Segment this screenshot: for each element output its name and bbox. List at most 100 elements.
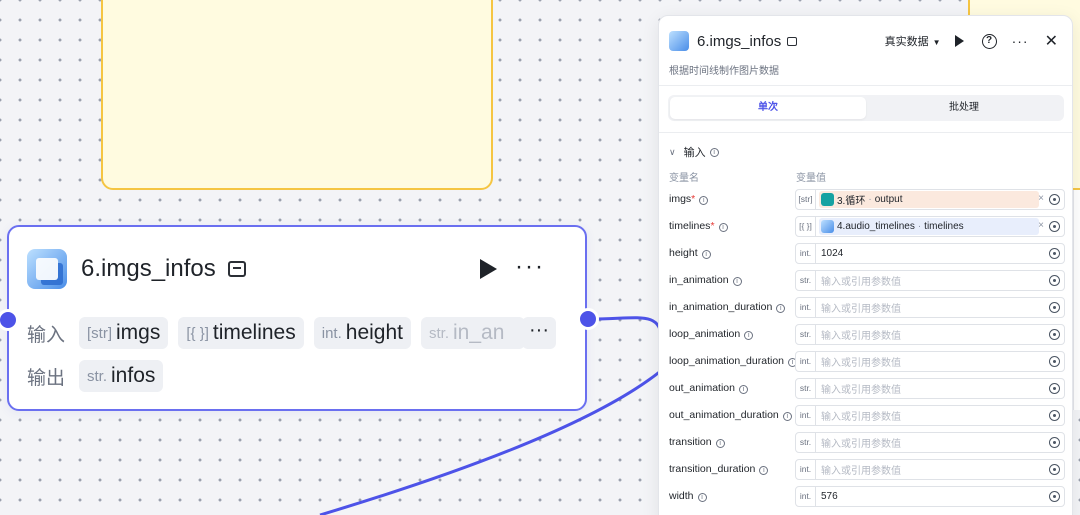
info-icon[interactable]: i	[709, 147, 719, 157]
panel-toolbar: 真实数据 ▼ ? ··· ✕	[885, 31, 1062, 51]
reference-target-icon[interactable]	[1049, 356, 1060, 367]
info-icon[interactable]: i	[732, 277, 742, 286]
param-type-tag: str.	[796, 379, 816, 398]
param-value-input[interactable]: [{ }] 4.audio_timelines · timelines ×	[795, 216, 1065, 237]
param-placeholder: 输入或引用参数值	[821, 331, 901, 342]
param-value-input[interactable]: [str] 3.循环 · output ×	[795, 189, 1065, 210]
clear-icon[interactable]: ×	[1038, 220, 1044, 231]
workflow-node-card[interactable]: 6.imgs_infos ··· 输入 [str] imgs [{ }] timel…	[7, 225, 587, 411]
panel-description: 根据时间线制作图片数据	[669, 66, 779, 77]
param-type-tag: int.	[796, 298, 816, 317]
param-value-input[interactable]: str. 输入或引用参数值	[795, 270, 1065, 291]
param-name: in_animation_duration i	[669, 301, 786, 313]
param-placeholder: 输入或引用参数值	[821, 277, 901, 288]
param-type-tag: str.	[796, 325, 816, 344]
store-icon	[227, 261, 246, 277]
divider	[659, 85, 1072, 86]
output-chip-infos: str. infos	[79, 360, 164, 392]
param-type-tag: [str]	[796, 190, 816, 209]
param-placeholder: 输入或引用参数值	[821, 385, 901, 396]
reference-tag[interactable]: 3.循环 · output	[819, 191, 1039, 208]
reference-target-icon[interactable]	[1049, 437, 1060, 448]
col-value-header: 变量值	[796, 173, 826, 184]
input-chip-in-animation: str. in_an	[420, 317, 525, 349]
reference-target-icon[interactable]	[1049, 329, 1060, 340]
info-icon[interactable]: i	[759, 466, 769, 475]
reference-target-icon[interactable]	[1049, 302, 1060, 313]
info-icon[interactable]: i	[782, 412, 792, 421]
node-more-button[interactable]: ···	[515, 255, 545, 279]
param-row-transition-duration: transition_duration i int. 输入或引用参数值	[669, 459, 1065, 480]
divider	[659, 132, 1072, 133]
close-icon[interactable]: ✕	[1045, 31, 1058, 51]
info-icon[interactable]: i	[697, 493, 707, 502]
edge-from-right-port	[589, 316, 664, 341]
reference-target-icon[interactable]	[1049, 194, 1060, 205]
offscreen-node-edge	[1073, 190, 1080, 410]
info-icon[interactable]: i	[738, 385, 748, 394]
node-inputs-row: 输入 [str] imgs [{ }] timelines int. height s…	[27, 317, 535, 349]
param-value-input[interactable]: int. 1024	[795, 243, 1065, 264]
info-icon[interactable]: i	[715, 439, 725, 448]
plugin-cube-icon	[669, 31, 689, 51]
reference-target-icon[interactable]	[1049, 248, 1060, 259]
param-name: out_animation_duration i	[669, 409, 792, 421]
param-type-tag: int.	[796, 487, 816, 506]
run-node-button[interactable]	[480, 259, 497, 279]
info-icon[interactable]: i	[718, 223, 728, 232]
param-value-input[interactable]: int. 576	[795, 486, 1065, 507]
info-icon[interactable]: i	[776, 304, 786, 313]
info-icon[interactable]: i	[699, 196, 709, 205]
more-inputs-button[interactable]: ···	[522, 317, 556, 349]
param-type-tag: int.	[796, 244, 816, 263]
param-name: transition i	[669, 436, 725, 448]
tab-single[interactable]: 单次	[670, 97, 866, 119]
run-mode-tabs: 单次 批处理	[668, 95, 1064, 121]
help-icon[interactable]: ?	[981, 33, 997, 49]
reference-target-icon[interactable]	[1049, 275, 1060, 286]
reference-tag[interactable]: 4.audio_timelines · timelines	[819, 218, 1039, 235]
store-icon	[787, 36, 798, 46]
param-value: 1024	[821, 248, 844, 259]
param-value: 576	[821, 491, 838, 502]
run-button[interactable]	[954, 35, 964, 47]
more-icon[interactable]: ···	[1012, 34, 1029, 48]
note-node[interactable]	[101, 0, 493, 190]
param-value-input[interactable]: int. 输入或引用参数值	[795, 297, 1065, 318]
param-value-input[interactable]: str. 输入或引用参数值	[795, 324, 1065, 345]
node-header: 6.imgs_infos ···	[27, 247, 567, 291]
param-name: transition_duration i	[669, 463, 769, 475]
param-row-width: width i int. 576	[669, 486, 1065, 507]
param-placeholder: 输入或引用参数值	[821, 412, 901, 423]
reference-target-icon[interactable]	[1049, 383, 1060, 394]
param-value-input[interactable]: str. 输入或引用参数值	[795, 432, 1065, 453]
node-outputs-row: 输出 str. infos	[27, 360, 173, 392]
param-value-input[interactable]: int. 输入或引用参数值	[795, 405, 1065, 426]
param-row-in-animation: in_animation i str. 输入或引用参数值	[669, 270, 1065, 291]
reference-target-icon[interactable]	[1049, 221, 1060, 232]
input-chip-timelines: [{ }] timelines	[178, 317, 304, 349]
info-icon[interactable]: i	[744, 331, 754, 340]
param-value-input[interactable]: int. 输入或引用参数值	[795, 459, 1065, 480]
data-mode-select[interactable]: 真实数据 ▼	[885, 33, 941, 49]
output-port[interactable]	[577, 308, 599, 330]
reference-target-icon[interactable]	[1049, 464, 1060, 475]
param-value-input[interactable]: str. 输入或引用参数值	[795, 378, 1065, 399]
param-type-tag: int.	[796, 352, 816, 371]
panel-header: 6.imgs_infos 真实数据 ▼ ? ··· ✕	[669, 28, 1062, 54]
output-label: 输出	[27, 367, 66, 389]
param-placeholder: 输入或引用参数值	[821, 439, 901, 450]
param-name: loop_animation_duration i	[669, 355, 798, 367]
info-icon[interactable]: i	[701, 250, 711, 259]
input-section-header[interactable]: ∨ 输入 i	[669, 144, 719, 160]
reference-target-icon[interactable]	[1049, 491, 1060, 502]
param-row-timelines: timelines* i [{ }] 4.audio_timelines · timeli…	[669, 216, 1065, 237]
tab-batch[interactable]: 批处理	[866, 97, 1062, 119]
param-row-loop-animation-duration: loop_animation_duration i int. 输入或引用参数值	[669, 351, 1065, 372]
param-type-tag: str.	[796, 433, 816, 452]
node-title: 6.imgs_infos	[81, 255, 216, 282]
param-value-input[interactable]: int. 输入或引用参数值	[795, 351, 1065, 372]
reference-target-icon[interactable]	[1049, 410, 1060, 421]
param-name: out_animation i	[669, 382, 748, 394]
clear-icon[interactable]: ×	[1038, 193, 1044, 204]
